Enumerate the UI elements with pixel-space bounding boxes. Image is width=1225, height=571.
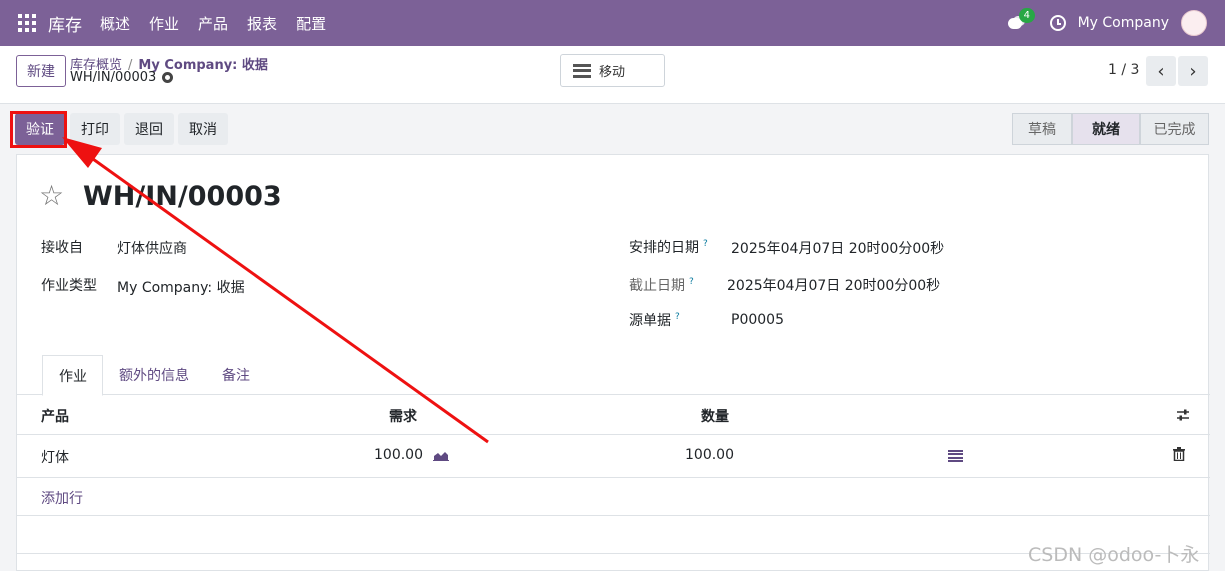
column-demand[interactable]: 需求	[389, 406, 417, 426]
deadline-value[interactable]: 2025年04月07日 20时00分00秒	[727, 275, 940, 295]
menu-products[interactable]: 产品	[198, 13, 228, 34]
chat-icon[interactable]: 4	[1006, 8, 1035, 34]
tab-operations[interactable]: 作业	[42, 355, 103, 396]
tab-notes[interactable]: 备注	[222, 355, 250, 395]
add-line-link[interactable]: 添加行	[41, 488, 83, 508]
cell-demand: 100.00	[374, 447, 423, 463]
help-icon[interactable]: ?	[675, 312, 680, 322]
action-bar: 验证 打印 退回 取消 草稿 就绪 已完成	[0, 104, 1225, 154]
notebook-tabs: 作业 额外的信息 备注	[17, 355, 1210, 396]
status-bar: 草稿 就绪 已完成	[1012, 113, 1209, 145]
menu-configuration[interactable]: 配置	[296, 13, 326, 34]
activity-clock-icon[interactable]	[1049, 15, 1066, 31]
status-done[interactable]: 已完成	[1140, 113, 1209, 145]
trash-icon[interactable]	[1173, 447, 1185, 461]
return-button[interactable]: 退回	[124, 113, 174, 145]
record-reference: WH/IN/00003	[70, 70, 174, 85]
column-quantity[interactable]: 数量	[701, 406, 729, 426]
record-name: WH/IN/00003	[70, 70, 157, 85]
operation-type-value[interactable]: My Company: 收据	[117, 277, 245, 297]
form-sheet: ☆ WH/IN/00003 接收自 灯体供应商 作业类型 My Company:…	[16, 154, 1210, 571]
column-product[interactable]: 产品	[41, 406, 69, 426]
table-header: 产品 需求 数量	[17, 395, 1210, 435]
pager-value[interactable]: 1 / 3	[1108, 62, 1139, 78]
forecast-chart-icon[interactable]	[433, 450, 449, 461]
top-navbar: 库存 概述 作业 产品 报表 配置 4 My Company	[0, 0, 1225, 46]
scheduled-date-value[interactable]: 2025年04月07日 20时00分00秒	[731, 238, 944, 258]
company-switcher[interactable]: My Company	[1078, 15, 1169, 31]
table-row[interactable]: 灯体 100.00 100.00	[17, 435, 1210, 478]
cancel-button[interactable]: 取消	[178, 113, 228, 145]
source-document-value[interactable]: P00005	[731, 312, 784, 328]
status-ready[interactable]: 就绪	[1072, 113, 1140, 145]
help-icon[interactable]: ?	[689, 277, 694, 287]
record-title: WH/IN/00003	[83, 181, 282, 212]
app-title[interactable]: 库存	[48, 11, 82, 36]
source-document-label: 源单据?	[629, 312, 680, 329]
operation-type-label: 作业类型	[41, 278, 97, 294]
chat-count-badge: 4	[1018, 8, 1035, 23]
pager-previous-button[interactable]: ‹	[1146, 56, 1176, 86]
tab-additional-info[interactable]: 额外的信息	[119, 355, 189, 395]
move-label: 移动	[599, 65, 626, 80]
pager-next-button[interactable]: ›	[1178, 56, 1208, 86]
status-draft[interactable]: 草稿	[1012, 113, 1072, 145]
deadline-label: 截止日期?	[629, 277, 694, 294]
detailed-operations-list-icon[interactable]	[948, 450, 963, 462]
move-button[interactable]: 移动	[560, 54, 665, 87]
new-button[interactable]: 新建	[16, 55, 66, 87]
menu-operations[interactable]: 作业	[149, 13, 179, 34]
optional-columns-icon[interactable]	[1176, 408, 1190, 422]
control-panel: 新建 库存概览 / My Company: 收据 WH/IN/00003 移动 1 …	[0, 46, 1225, 104]
cell-product[interactable]: 灯体	[41, 447, 69, 467]
cell-quantity[interactable]: 100.00	[685, 447, 734, 463]
watermark: CSDN @odoo-卜永	[1028, 544, 1200, 566]
gear-icon[interactable]	[162, 72, 174, 83]
menu-reporting[interactable]: 报表	[247, 13, 277, 34]
user-avatar[interactable]	[1181, 10, 1207, 36]
receive-from-value[interactable]: 灯体供应商	[117, 238, 187, 258]
help-icon[interactable]: ?	[703, 239, 708, 249]
receive-from-label: 接收自	[41, 240, 83, 256]
menu-overview[interactable]: 概述	[100, 13, 130, 34]
annotation-highlight-box	[10, 111, 67, 148]
print-button[interactable]: 打印	[70, 113, 120, 145]
apps-grid-icon[interactable]	[18, 14, 36, 32]
scheduled-date-label: 安排的日期?	[629, 239, 708, 256]
add-line-row: 添加行	[17, 478, 1210, 516]
star-icon[interactable]: ☆	[39, 179, 64, 212]
menu-lines-icon	[573, 63, 591, 78]
